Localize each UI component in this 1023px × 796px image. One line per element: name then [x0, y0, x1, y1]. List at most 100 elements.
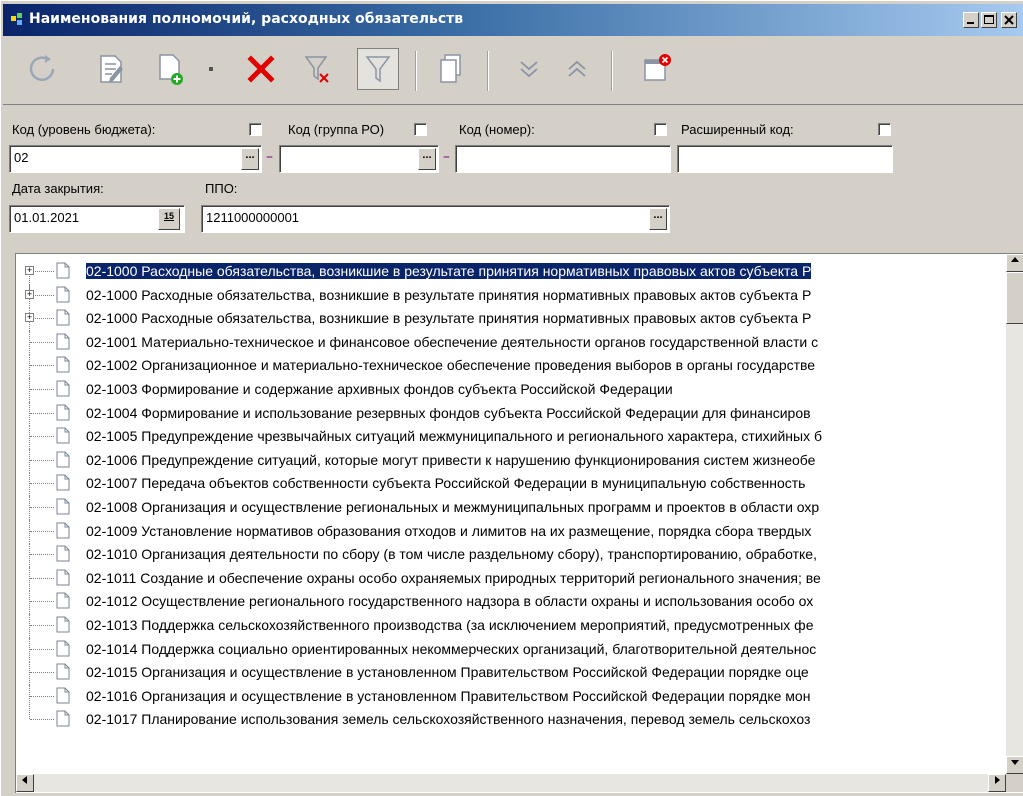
scroll-left-button[interactable] — [16, 774, 34, 792]
tree-row[interactable]: 02-1008 Организация и осуществление реги… — [16, 496, 1006, 520]
horizontal-scrollbar[interactable] — [16, 774, 1006, 792]
row-code: 02-1011 — [86, 569, 137, 586]
number-code-checkbox[interactable] — [654, 123, 667, 136]
row-text: Формирование и содержание архивных фондо… — [141, 381, 673, 397]
tree-connector-line — [30, 436, 54, 438]
tree-row-label: 02-1012 Осуществление регионального госу… — [86, 593, 813, 609]
expand-node-icon[interactable]: + — [25, 313, 34, 323]
row-text: Расходные обязательства, возникшие в рез… — [141, 310, 812, 327]
number-code-input[interactable] — [455, 145, 671, 173]
delete-icon — [247, 55, 275, 83]
document-icon — [56, 286, 70, 303]
refresh-icon — [29, 55, 55, 81]
tree-row[interactable]: 02-1005 Предупреждение чрезвычайных ситу… — [16, 425, 1006, 450]
scroll-up-button[interactable] — [1006, 254, 1023, 272]
tree-connector-line — [30, 412, 54, 414]
tree-row[interactable]: +02-1000 Расходные обязательства, возник… — [16, 283, 1006, 308]
filter-icon — [365, 56, 391, 83]
row-code: 02-1008 — [86, 499, 138, 515]
tree-row[interactable]: 02-1010 Организация деятельности по сбор… — [16, 543, 1006, 568]
close-window-button[interactable] — [1001, 12, 1017, 28]
filter-toggle-button[interactable] — [357, 48, 399, 90]
toolbar — [3, 37, 1023, 105]
add-button[interactable] — [151, 49, 191, 89]
tree-row[interactable]: +02-1000 Расходные обязательства, возник… — [16, 307, 1006, 332]
tree-connector-line — [29, 637, 30, 662]
copy-icon — [440, 54, 461, 83]
arrow-left-icon — [22, 776, 27, 784]
document-icon — [56, 569, 70, 586]
tree-row[interactable]: 02-1014 Поддержка социально ориентирован… — [16, 637, 1006, 662]
tree-row[interactable]: 02-1003 Формирование и содержание архивн… — [16, 378, 1006, 402]
tree-connector-line — [29, 448, 30, 473]
group-code-checkbox[interactable] — [414, 123, 427, 136]
tree-row[interactable]: 02-1016 Организация и осуществление в ус… — [16, 684, 1006, 709]
tree-row[interactable]: 02-1013 Поддержка сельскохозяйственного … — [16, 614, 1006, 638]
tree-row-label: 02-1017 Планирование использования земел… — [86, 711, 810, 727]
group-code-input[interactable]: ... — [279, 145, 439, 173]
tree-row[interactable]: 02-1011 Создание и обеспечение охраны ос… — [16, 566, 1006, 591]
clear-filter-button[interactable] — [297, 49, 337, 89]
extended-code-checkbox[interactable] — [878, 123, 891, 136]
document-icon — [56, 474, 70, 491]
level-code-picker-button[interactable]: ... — [241, 148, 259, 170]
expand-node-icon[interactable]: + — [25, 289, 34, 299]
vertical-scrollbar[interactable] — [1006, 254, 1023, 774]
tree-row[interactable]: 02-1009 Установление нормативов образова… — [16, 519, 1006, 544]
ppo-picker-button[interactable]: ... — [649, 208, 667, 230]
tree-connector-line — [30, 625, 54, 626]
calendar-button[interactable]: 15 — [158, 208, 180, 230]
row-text: Создание и обеспечение охраны особо охра… — [140, 569, 821, 586]
title-bar[interactable]: Наименования полномочий, расходных обяза… — [3, 4, 1023, 36]
tree-connector-line — [30, 695, 54, 697]
scroll-right-button[interactable] — [988, 774, 1006, 792]
maximize-button[interactable] — [981, 12, 997, 28]
row-code: 02-1002 — [86, 357, 138, 374]
tree-connector-line — [30, 341, 54, 343]
document-icon — [56, 404, 70, 421]
document-icon — [56, 333, 70, 350]
tree-row-label: 02-1002 Организационное и материально-те… — [86, 357, 815, 373]
tree-row[interactable]: 02-1007 Передача объектов собственности … — [16, 472, 1006, 497]
scroll-down-button[interactable] — [1006, 756, 1023, 774]
tree-row[interactable]: 02-1004 Формирование и использование рез… — [16, 401, 1006, 426]
close-date-input[interactable]: 01.01.2021 15 — [9, 205, 185, 233]
tree-row[interactable]: 02-1017 Планирование использования земел… — [16, 708, 1006, 731]
tree-row[interactable]: 02-1001 Материально-техническое и финанс… — [16, 330, 1006, 355]
resize-grip[interactable] — [1006, 774, 1023, 792]
collapse-all-button[interactable] — [557, 49, 597, 89]
close-date-value: 01.01.2021 — [14, 210, 80, 225]
tree-connector-line — [29, 661, 30, 686]
tree-row[interactable]: 02-1012 Осуществление регионального госу… — [16, 590, 1006, 615]
edit-button[interactable] — [91, 49, 131, 89]
ppo-input[interactable]: 1211000000001 ... — [201, 205, 670, 233]
group-code-picker-button[interactable]: ... — [418, 148, 436, 170]
document-icon — [56, 522, 70, 539]
scroll-thumb[interactable] — [1006, 272, 1023, 324]
tree-row[interactable]: 02-1006 Предупреждение ситуаций, которые… — [16, 448, 1006, 473]
tree-row[interactable]: 02-1015 Организация и осуществление в ус… — [16, 661, 1006, 686]
arrow-down-icon — [1011, 760, 1019, 765]
expand-all-button[interactable] — [509, 49, 549, 89]
expand-node-icon[interactable]: + — [25, 266, 34, 275]
minimize-button[interactable] — [963, 12, 979, 28]
row-code: 02-1015 — [86, 664, 138, 681]
add-dropdown-button[interactable] — [199, 49, 223, 89]
level-code-checkbox[interactable] — [249, 123, 262, 136]
refresh-button[interactable] — [23, 49, 63, 89]
close-form-button[interactable] — [637, 49, 677, 89]
copy-button[interactable] — [431, 49, 471, 89]
document-icon — [56, 262, 70, 279]
level-code-input[interactable]: 02 ... — [9, 145, 262, 173]
tree-row[interactable]: 02-1002 Организационное и материально-те… — [16, 354, 1006, 379]
row-text: Формирование и использование резервных ф… — [141, 404, 811, 421]
obligations-tree[interactable]: +02-1000 Расходные обязательства, возник… — [15, 253, 1023, 793]
tree-connector-line — [29, 614, 30, 638]
document-icon — [56, 451, 70, 468]
delete-button[interactable] — [241, 49, 281, 89]
extended-code-input[interactable] — [677, 145, 893, 173]
row-text: Организация деятельности по сбору (в том… — [141, 546, 817, 563]
toolbar-separator — [415, 51, 417, 91]
ppo-value: 1211000000001 — [206, 210, 300, 225]
tree-row[interactable]: +02-1000 Расходные обязательства, возник… — [16, 260, 1006, 295]
